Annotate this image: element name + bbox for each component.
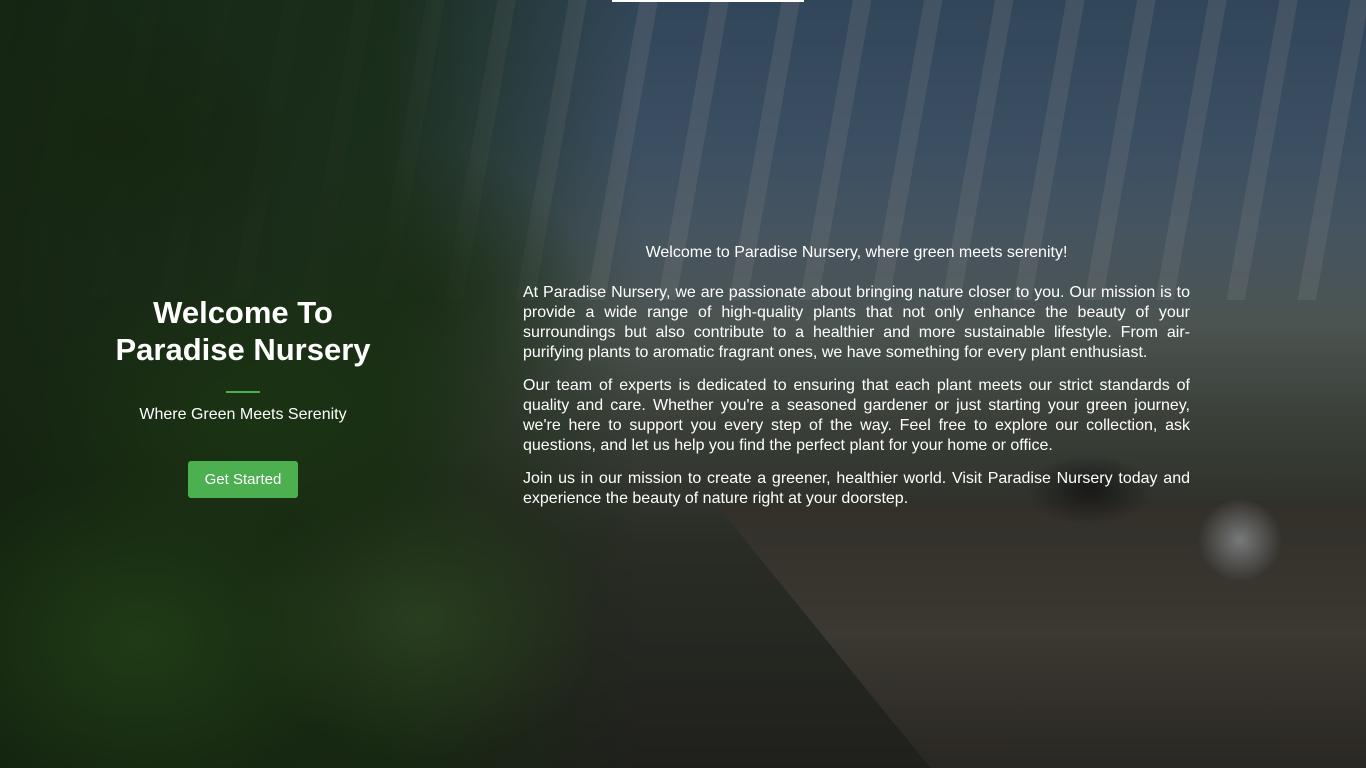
about-section: Welcome to Paradise Nursery, where green… bbox=[523, 243, 1190, 522]
about-paragraph-mission: At Paradise Nursery, we are passionate a… bbox=[523, 284, 1190, 361]
hero-title-line1: Welcome To bbox=[153, 295, 333, 330]
landing-page: Welcome To Paradise Nursery Where Green … bbox=[0, 0, 1366, 768]
hero-title: Welcome To Paradise Nursery bbox=[100, 294, 386, 368]
about-paragraph-join: Join us in our mission to create a green… bbox=[523, 470, 1190, 507]
title-divider bbox=[226, 391, 260, 393]
about-intro: Welcome to Paradise Nursery, where green… bbox=[645, 244, 1068, 261]
hero-section: Welcome To Paradise Nursery Where Green … bbox=[100, 294, 386, 498]
about-paragraph-team: Our team of experts is dedicated to ensu… bbox=[523, 377, 1190, 454]
get-started-button[interactable]: Get Started bbox=[187, 461, 299, 498]
top-edge-bar bbox=[612, 0, 804, 2]
hero-subtitle: Where Green Meets Serenity bbox=[139, 406, 347, 423]
hero-title-line2: Paradise Nursery bbox=[115, 332, 371, 367]
